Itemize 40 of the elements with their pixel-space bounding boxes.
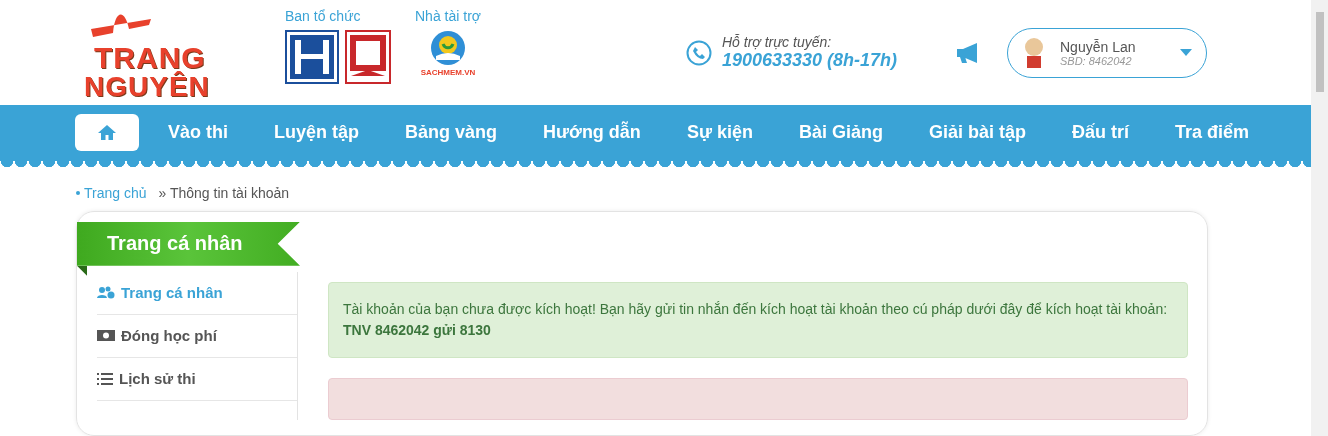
organizer-logo[interactable] xyxy=(345,30,391,84)
organizers-label: Ban tổ chức xyxy=(285,8,362,24)
nav-link[interactable]: Tra điểm xyxy=(1152,112,1273,154)
caret-icon xyxy=(1180,49,1192,56)
money-icon xyxy=(97,330,115,342)
nav-link[interactable]: Bảng vàng xyxy=(382,112,521,154)
user-id: SBD: 8462042 xyxy=(1060,54,1132,67)
user-menu-button[interactable]: Nguyễn Lan SBD: 8462042 xyxy=(1007,27,1207,78)
users-cog-icon xyxy=(97,286,115,300)
nav-link[interactable]: Hướng dẫn xyxy=(520,112,664,154)
logo[interactable]: TRANG NGUYÊN xyxy=(80,0,265,105)
support-phone: 1900633330 (8h-17h) xyxy=(722,50,898,71)
user-name: Nguyễn Lan xyxy=(1060,38,1136,55)
support-label: Hỗ trợ trực tuyến: xyxy=(722,34,833,50)
avatar-icon xyxy=(1022,35,1046,70)
sponsor-name: SACHMEM.VN xyxy=(420,68,476,77)
ribbon-fold xyxy=(77,265,87,276)
nav-link[interactable]: Vào thi xyxy=(145,112,251,154)
activation-code: TNV 8462042 gửi 8130 xyxy=(343,320,492,340)
scrollbar[interactable] xyxy=(1311,0,1328,436)
list-icon xyxy=(97,372,113,386)
sidebar-item[interactable]: Đóng học phí xyxy=(97,314,297,358)
breadcrumb-link[interactable]: Trang chủ xyxy=(76,184,147,201)
sponsors-label: Nhà tài trợ xyxy=(415,8,481,24)
sidebar-item[interactable]: Trang cá nhân xyxy=(97,271,297,315)
section-ribbon: Trang cá nhân xyxy=(77,221,300,266)
home-icon xyxy=(97,124,117,142)
nav-link[interactable]: Đấu trí xyxy=(1049,112,1152,154)
nav-link[interactable]: Giải bài tập xyxy=(905,112,1049,154)
nav-link[interactable]: Bài Giảng xyxy=(775,112,906,154)
organizer-logo[interactable] xyxy=(285,30,339,84)
nav-link[interactable]: Sự kiện xyxy=(663,112,776,154)
home-nav-button[interactable] xyxy=(75,114,139,152)
nav-link[interactable]: Luyện tập xyxy=(251,112,383,154)
breadcrumb-current: » Thông tin tài khoản xyxy=(158,184,290,201)
alert-message: Tài khoản của bạn chưa được kích hoạt! Bạn hãy gửi tin nhắn đến kích hoạt tài khoản theo cú pháp dưới đây để kích hoạt tài khoản: xyxy=(343,299,1169,319)
logo-text: NGUYÊN xyxy=(84,73,211,101)
sponsor-logo[interactable] xyxy=(430,30,466,66)
phone-icon xyxy=(686,39,712,66)
sidebar-item[interactable]: Lịch sử thi xyxy=(97,357,297,401)
